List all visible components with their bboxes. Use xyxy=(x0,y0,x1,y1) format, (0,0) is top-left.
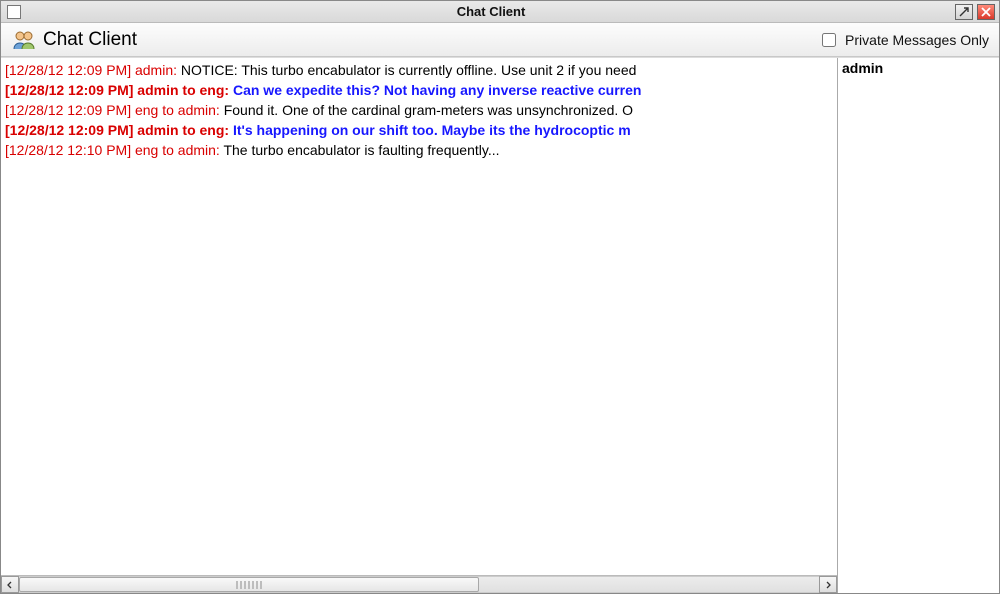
user-list[interactable]: admin xyxy=(838,58,999,593)
maximize-button[interactable] xyxy=(955,4,973,20)
chat-line[interactable]: [12/28/12 12:09 PM] eng to admin: Found … xyxy=(5,100,833,120)
scrollbar-thumb[interactable] xyxy=(19,577,479,592)
system-menu-icon[interactable] xyxy=(7,5,21,19)
users-icon xyxy=(11,29,37,51)
chat-line[interactable]: [12/28/12 12:09 PM] admin: NOTICE: This … xyxy=(5,60,833,80)
scrollbar-grip-icon xyxy=(236,581,262,589)
panel-header-left: Chat Client xyxy=(11,29,137,51)
chat-sender: eng to admin: xyxy=(135,102,220,118)
private-messages-toggle[interactable]: Private Messages Only xyxy=(818,30,989,50)
chat-timestamp: [12/28/12 12:09 PM] xyxy=(5,62,131,78)
chat-timestamp: [12/28/12 12:09 PM] xyxy=(5,122,133,138)
chat-message-text: It's happening on our shift too. Maybe i… xyxy=(233,122,631,138)
chat-log[interactable]: [12/28/12 12:09 PM] admin: NOTICE: This … xyxy=(1,58,837,575)
scroll-right-button[interactable] xyxy=(819,576,837,593)
chat-pane: [12/28/12 12:09 PM] admin: NOTICE: This … xyxy=(1,58,838,593)
chat-sender: admin: xyxy=(135,62,177,78)
scrollbar-track[interactable] xyxy=(19,576,819,593)
chat-sender: eng to admin: xyxy=(135,142,220,158)
user-list-item[interactable]: admin xyxy=(842,60,995,76)
chevron-right-icon xyxy=(824,581,832,589)
chat-timestamp: [12/28/12 12:09 PM] xyxy=(5,82,133,98)
chat-timestamp: [12/28/12 12:10 PM] xyxy=(5,142,131,158)
window-controls xyxy=(955,4,999,20)
maximize-icon xyxy=(959,7,969,17)
chat-message-text: Can we expedite this? Not having any inv… xyxy=(233,82,641,98)
panel-header: Chat Client Private Messages Only xyxy=(1,23,999,57)
chat-timestamp: [12/28/12 12:09 PM] xyxy=(5,102,131,118)
chat-message-text: NOTICE: This turbo encabulator is curren… xyxy=(181,62,637,78)
private-messages-label: Private Messages Only xyxy=(845,32,989,48)
chat-message-text: The turbo encabulator is faulting freque… xyxy=(223,142,499,158)
chat-sender: admin to eng: xyxy=(137,82,229,98)
chat-line[interactable]: [12/28/12 12:10 PM] eng to admin: The tu… xyxy=(5,140,833,160)
panel-title: Chat Client xyxy=(43,29,137,51)
chat-window: Chat Client Chat Client Pri xyxy=(0,0,1000,594)
window-titlebar[interactable]: Chat Client xyxy=(1,1,999,23)
chat-line[interactable]: [12/28/12 12:09 PM] admin to eng: Can we… xyxy=(5,80,833,100)
chat-sender: admin to eng: xyxy=(137,122,229,138)
private-messages-checkbox[interactable] xyxy=(822,33,836,47)
window-title: Chat Client xyxy=(27,4,955,19)
close-button[interactable] xyxy=(977,4,995,20)
chat-message-text: Found it. One of the cardinal gram-meter… xyxy=(224,102,633,118)
chevron-left-icon xyxy=(6,581,14,589)
content-area: [12/28/12 12:09 PM] admin: NOTICE: This … xyxy=(1,57,999,593)
horizontal-scrollbar[interactable] xyxy=(1,575,837,593)
chat-line[interactable]: [12/28/12 12:09 PM] admin to eng: It's h… xyxy=(5,120,833,140)
close-icon xyxy=(981,7,991,17)
scroll-left-button[interactable] xyxy=(1,576,19,593)
